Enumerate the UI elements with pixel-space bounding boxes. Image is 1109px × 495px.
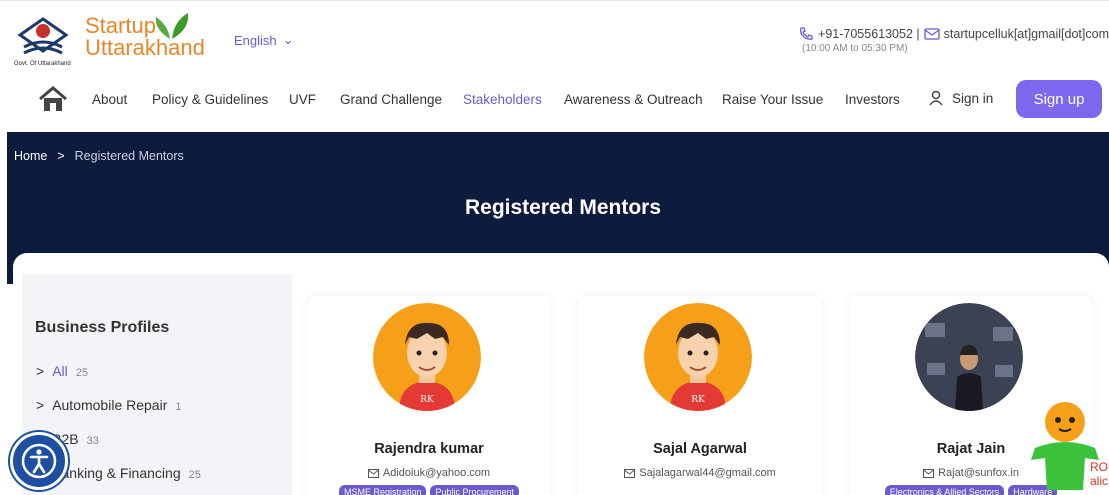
avatar-initials: RK [691, 395, 705, 405]
language-select[interactable]: English ⌄ [234, 32, 294, 48]
chevron-down-icon: ⌄ [282, 32, 294, 47]
sidebar-item-count: 25 [75, 367, 88, 379]
chevron-right-icon: > [36, 397, 45, 413]
mentor-email-row: Sajalagarwal44@gmail.com [578, 467, 822, 479]
breadcrumb: Home > Registered Mentors [14, 149, 184, 163]
accessibility-button[interactable] [10, 432, 68, 490]
office-hours: (10:00 AM to 05:30 PM) [802, 43, 908, 54]
phone-number[interactable]: +91-7055613052 | [818, 27, 920, 41]
top-bar: Govt. Of Uttarakhand Startup Uttarakhand… [0, 0, 1109, 78]
email-address[interactable]: startupcelluk[at]gmail[dot]com [944, 27, 1109, 41]
chatbot-label-line1: ROI [1090, 460, 1109, 474]
mentor-email-row: Adidoiuk@yahoo.com [307, 467, 551, 479]
sidebar-item-label: All [52, 363, 68, 379]
mail-icon [923, 28, 940, 40]
mentor-card[interactable]: RK Sajal Agarwal Sajalagarwal44@gmail.co… [578, 295, 822, 495]
nav-policy-guidelines[interactable]: Policy & Guidelines [152, 92, 268, 107]
mentor-tags: MSME Registration Public Procurement [307, 485, 551, 495]
user-icon [929, 90, 943, 106]
nav-stakeholders[interactable]: Stakeholders [463, 92, 542, 107]
content-panel: Business Profiles > All 25 > Automobile … [13, 253, 1109, 495]
chatbot-label: ROI alic [1090, 460, 1109, 488]
sidebar-item-label: Banking & Financing [52, 465, 181, 481]
sidebar-item-automobile-repair[interactable]: > Automobile Repair 1 [36, 397, 181, 413]
breadcrumb-home[interactable]: Home [14, 149, 47, 163]
language-label: English [234, 32, 277, 48]
phone-icon [800, 27, 813, 40]
sidebar-item-count: 25 [188, 469, 201, 481]
breadcrumb-separator: > [57, 149, 65, 163]
avatar: RK [644, 303, 752, 411]
signin-link[interactable]: Sign in [928, 90, 993, 106]
page-title: Registered Mentors [464, 196, 662, 219]
avatar: RK [373, 303, 481, 411]
nav-raise-issue[interactable]: Raise Your Issue [722, 92, 823, 107]
avatar-initials: RK [420, 395, 434, 405]
tag-badge[interactable]: Electronics & Allied Sectors [884, 485, 1005, 495]
home-icon[interactable] [38, 86, 68, 112]
avatar [915, 303, 1023, 411]
sidebar-item-count: 1 [175, 401, 182, 413]
nav-about[interactable]: About [92, 92, 127, 107]
chatbot-label-line2: alic [1090, 474, 1109, 488]
gov-label: Govt. Of Uttarakhand [14, 61, 71, 67]
signin-label: Sign in [952, 90, 994, 106]
mentor-name: Sajal Agarwal [653, 441, 747, 457]
sidebar-item-count: 33 [86, 435, 99, 447]
breadcrumb-current: Registered Mentors [74, 149, 184, 163]
accessibility-icon [21, 443, 57, 479]
signup-button[interactable]: Sign up [1016, 80, 1102, 118]
nav-grand-challenge[interactable]: Grand Challenge [340, 92, 442, 107]
mail-icon [367, 468, 379, 478]
nav-investors[interactable]: Investors [845, 92, 900, 107]
sidebar-title: Business Profiles [35, 319, 170, 336]
nav-awareness-outreach[interactable]: Awareness & Outreach [564, 92, 703, 107]
chevron-right-icon: > [36, 363, 45, 379]
mentor-email[interactable]: Adidoiuk@yahoo.com [383, 467, 490, 479]
sidebar-item-all[interactable]: > All 25 [36, 363, 88, 379]
contact-info: +91-7055613052 | startupcelluk[at]gmail[… [798, 26, 1109, 42]
mentor-email[interactable]: Rajat@sunfox.in [938, 467, 1019, 479]
mentor-card[interactable]: RK Rajendra kumar Adidoiuk@yahoo.com MSM… [307, 295, 551, 495]
mail-icon [624, 468, 636, 478]
sidebar-item-label: Automobile Repair [52, 397, 168, 413]
nav-uvf[interactable]: UVF [289, 92, 316, 107]
main-navigation: About Policy & Guidelines UVF Grand Chal… [0, 78, 1109, 132]
leaf-icon [155, 13, 189, 39]
mentor-email[interactable]: Sajalagarwal44@gmail.com [639, 467, 776, 479]
tag-badge[interactable]: Public Procurement [430, 485, 520, 495]
mail-icon [923, 468, 935, 478]
tag-badge[interactable]: MSME Registration [338, 485, 427, 495]
mentor-name: Rajendra kumar [374, 441, 484, 457]
